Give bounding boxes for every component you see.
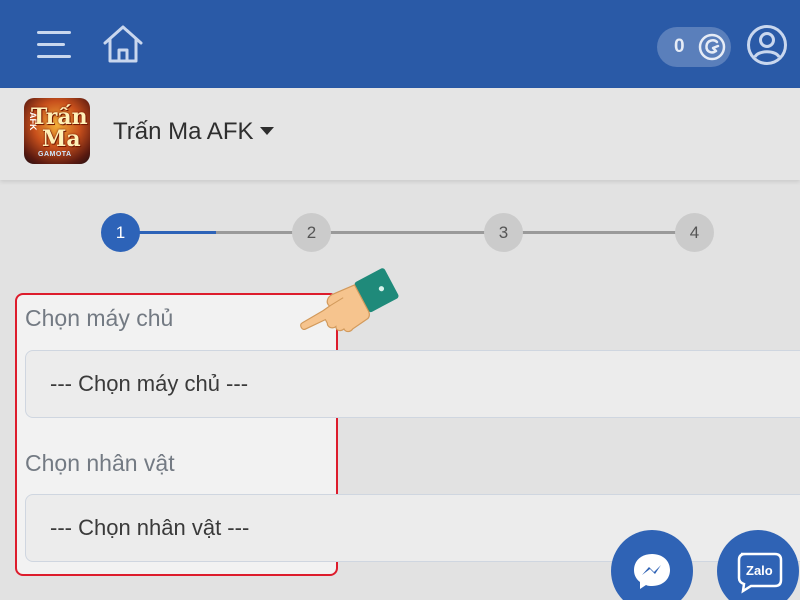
step-connector [521, 231, 679, 234]
zalo-icon: Zalo [737, 552, 783, 594]
step-3[interactable]: 3 [484, 213, 523, 252]
game-logo[interactable]: AFK Trấn Ma GAMOTA [24, 98, 90, 164]
coin-count: 0 [674, 36, 685, 57]
game-selector-bar: AFK Trấn Ma GAMOTA Trấn Ma AFK [0, 88, 800, 180]
caret-down-icon[interactable] [260, 127, 274, 135]
user-account-icon[interactable] [746, 24, 788, 66]
logo-line-2: Ma [42, 126, 81, 152]
step-4[interactable]: 4 [675, 213, 714, 252]
logo-line-1: Trấn [31, 104, 88, 130]
hamburger-menu-icon[interactable] [37, 29, 71, 59]
logo-brand: GAMOTA [38, 151, 72, 158]
server-select-value: --- Chọn máy chủ --- [50, 371, 249, 396]
zalo-button[interactable]: Zalo [717, 530, 799, 600]
server-select[interactable]: --- Chọn máy chủ --- [25, 350, 800, 418]
coin-icon [698, 33, 726, 61]
step-connector [329, 231, 487, 234]
top-header: 0 [0, 0, 800, 88]
character-select-value: --- Chọn nhân vật --- [50, 515, 250, 540]
game-name-dropdown[interactable]: Trấn Ma AFK [113, 118, 253, 146]
step-connector [138, 231, 216, 234]
pointing-hand-icon [300, 268, 399, 333]
step-connector [216, 231, 296, 234]
messenger-button[interactable] [611, 530, 693, 600]
coin-balance[interactable]: 0 [657, 27, 731, 67]
step-1[interactable]: 1 [101, 213, 140, 252]
zalo-label: Zalo [746, 563, 773, 578]
character-label: Chọn nhân vật [25, 450, 175, 476]
step-2[interactable]: 2 [292, 213, 331, 252]
server-label: Chọn máy chủ [25, 305, 174, 331]
messenger-icon [634, 554, 670, 589]
home-icon[interactable] [101, 24, 145, 64]
